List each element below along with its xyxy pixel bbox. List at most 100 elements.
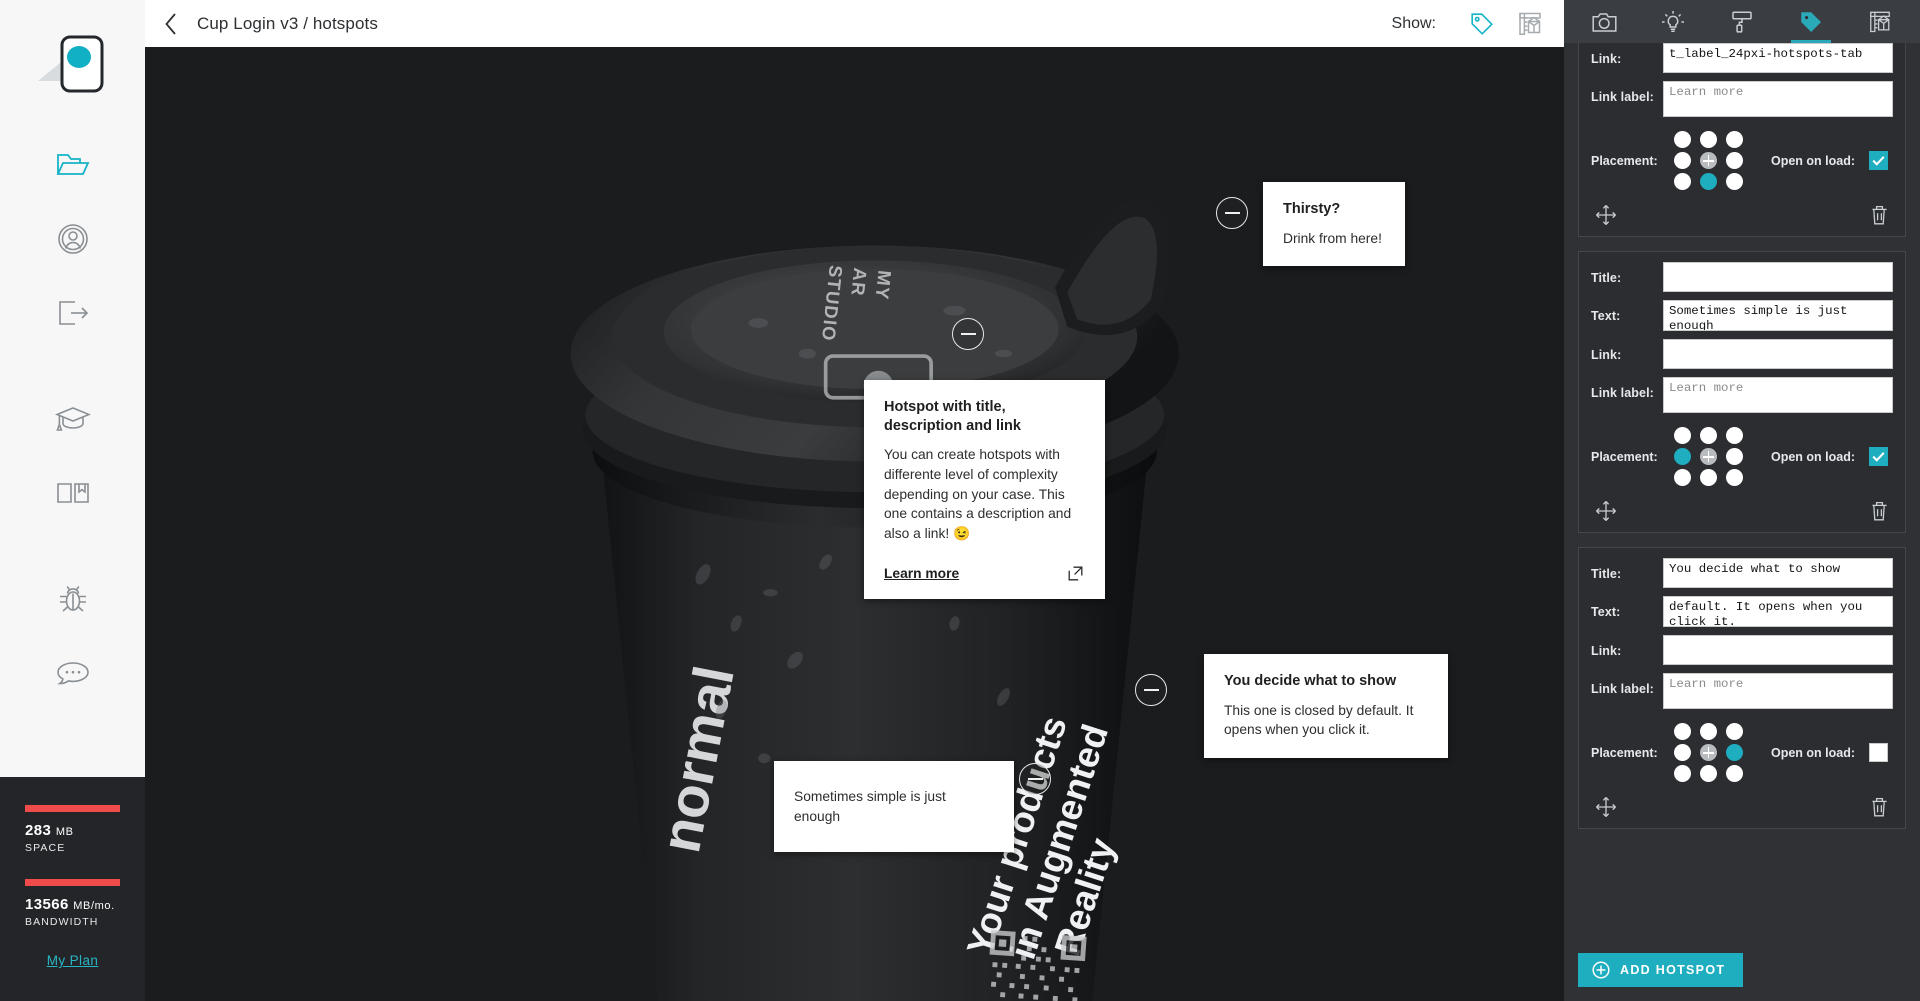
placement-dot-tr[interactable] [1725, 427, 1743, 444]
placement-dot-ml[interactable] [1673, 744, 1691, 761]
field-row-text: Text: Sometimes simple is just enough [1591, 300, 1893, 331]
link-input[interactable] [1663, 339, 1893, 369]
placement-dot-mr[interactable] [1725, 448, 1743, 465]
placement-dot-tc[interactable] [1699, 723, 1717, 740]
tool-materials[interactable] [1714, 0, 1770, 43]
move-hotspot-button[interactable] [1595, 796, 1617, 818]
placement-dot-tl[interactable] [1673, 427, 1691, 444]
link-label-input[interactable] [1663, 377, 1893, 413]
placement-dot-bc[interactable] [1699, 469, 1717, 486]
placement-dot-center[interactable] [1699, 744, 1717, 761]
hotspot-popup-3[interactable]: You decide what to show This one is clos… [1204, 654, 1448, 758]
placement-dot-br[interactable] [1725, 173, 1743, 190]
hotspot-marker-2[interactable] [952, 318, 984, 350]
show-hotspots-toggle[interactable] [1458, 0, 1506, 47]
placement-dot-ml[interactable] [1673, 448, 1691, 465]
title-input[interactable]: You decide what to show [1663, 558, 1893, 588]
model-viewport[interactable]: STU MY AR STUDIO [145, 47, 1564, 1001]
open-on-load-label: Open on load: [1771, 153, 1856, 168]
placement-dot-center[interactable] [1699, 448, 1717, 465]
right-panel-footer: ADD HOTSPOT [1564, 939, 1920, 1001]
my-plan-link[interactable]: My Plan [25, 953, 120, 968]
sidebar-item-logout[interactable] [0, 276, 145, 350]
placement-grid[interactable] [1671, 723, 1745, 782]
external-link-icon[interactable] [1068, 566, 1083, 581]
placement-dot-tr[interactable] [1725, 723, 1743, 740]
back-button[interactable] [145, 0, 197, 47]
chat-bubble-icon [56, 662, 89, 685]
app-logo[interactable] [0, 0, 145, 128]
open-on-load-checkbox[interactable] [1869, 151, 1889, 170]
hotspot-marker-3[interactable] [1135, 674, 1167, 706]
add-hotspot-button[interactable]: ADD HOTSPOT [1578, 953, 1744, 987]
link-label-input[interactable] [1663, 81, 1893, 117]
placement-dot-bc[interactable] [1699, 173, 1717, 190]
link-input[interactable]: t_label_24pxi-hotspots-tab [1663, 43, 1893, 73]
sidebar-item-academy[interactable] [0, 382, 145, 456]
graduation-cap-icon [54, 407, 91, 431]
placement-grid[interactable] [1671, 131, 1745, 190]
field-label-link-label: Link label: [1591, 386, 1654, 400]
hotspot-popup-2[interactable]: Hotspot with title, description and link… [864, 380, 1105, 599]
show-toggle-group: Show: [1392, 0, 1564, 47]
text-input[interactable]: default. It opens when you click it. [1663, 596, 1893, 627]
sidebar-item-projects[interactable] [0, 128, 145, 202]
tool-camera[interactable] [1576, 0, 1632, 43]
tool-lighting[interactable] [1645, 0, 1701, 43]
placement-dot-tc[interactable] [1699, 131, 1717, 148]
title-input[interactable] [1663, 262, 1893, 292]
hotspot-popup-4[interactable]: Sometimes simple is just enough [774, 761, 1014, 853]
placement-dot-center[interactable] [1699, 152, 1717, 169]
text-input[interactable]: Sometimes simple is just enough [1663, 300, 1893, 331]
measure-cube-icon [1869, 11, 1890, 32]
bandwidth-value: 13566 MB/mo. [25, 896, 115, 913]
placement-dot-br[interactable] [1725, 469, 1743, 486]
move-hotspot-button[interactable] [1595, 204, 1617, 226]
delete-hotspot-button[interactable] [1870, 205, 1889, 226]
hotspot-popup-1[interactable]: Thirsty? Drink from here! [1263, 182, 1405, 267]
placement-dot-br[interactable] [1725, 765, 1743, 782]
sidebar-item-docs[interactable] [0, 456, 145, 530]
tag-icon [1801, 11, 1821, 32]
link-label-input[interactable] [1663, 673, 1893, 709]
hotspot-marker-1[interactable] [1216, 197, 1248, 229]
tool-hotspots[interactable] [1783, 0, 1839, 43]
sidebar-item-account[interactable] [0, 202, 145, 276]
placement-dot-bl[interactable] [1673, 765, 1691, 782]
space-value: 283 MB [25, 822, 74, 839]
sidebar-item-bugs[interactable] [0, 562, 145, 636]
hotspot-popup-text: This one is closed by default. It opens … [1224, 702, 1414, 738]
sidebar-item-feedback[interactable] [0, 636, 145, 710]
paint-roller-icon [1732, 10, 1752, 33]
placement-dot-tl[interactable] [1673, 131, 1691, 148]
move-hotspot-button[interactable] [1595, 500, 1617, 522]
show-dimensions-toggle[interactable] [1506, 0, 1554, 47]
placement-dot-tr[interactable] [1725, 131, 1743, 148]
book-icon [56, 483, 89, 503]
placement-dot-tc[interactable] [1699, 427, 1717, 444]
placement-dot-mr[interactable] [1725, 744, 1743, 761]
placement-dot-bc[interactable] [1699, 765, 1717, 782]
move-arrows-icon [1596, 501, 1616, 521]
move-arrows-icon [1596, 797, 1616, 817]
hotspot-popup-link[interactable]: Learn more [884, 566, 959, 581]
field-row-link-label: Link label: [1591, 673, 1893, 709]
hotspot-list-scroll[interactable]: Link: t_label_24pxi-hotspots-tab Link la… [1564, 43, 1920, 939]
placement-dot-ml[interactable] [1673, 152, 1691, 169]
placement-dot-bl[interactable] [1673, 469, 1691, 486]
placement-dot-bl[interactable] [1673, 173, 1691, 190]
placement-row: Placement: Open on load: [1591, 427, 1893, 486]
placement-grid[interactable] [1671, 427, 1745, 486]
plus-circle-icon [1592, 961, 1610, 979]
field-label-link-label: Link label: [1591, 682, 1654, 696]
open-on-load-checkbox[interactable] [1869, 447, 1889, 466]
field-label-placement: Placement: [1591, 153, 1658, 168]
tool-dimensions[interactable] [1852, 0, 1908, 43]
link-input[interactable] [1663, 635, 1893, 665]
delete-hotspot-button[interactable] [1870, 797, 1889, 818]
open-on-load-checkbox[interactable] [1869, 743, 1889, 762]
hotspot-marker-4[interactable] [1019, 763, 1051, 795]
placement-dot-mr[interactable] [1725, 152, 1743, 169]
placement-dot-tl[interactable] [1673, 723, 1691, 740]
delete-hotspot-button[interactable] [1870, 501, 1889, 522]
